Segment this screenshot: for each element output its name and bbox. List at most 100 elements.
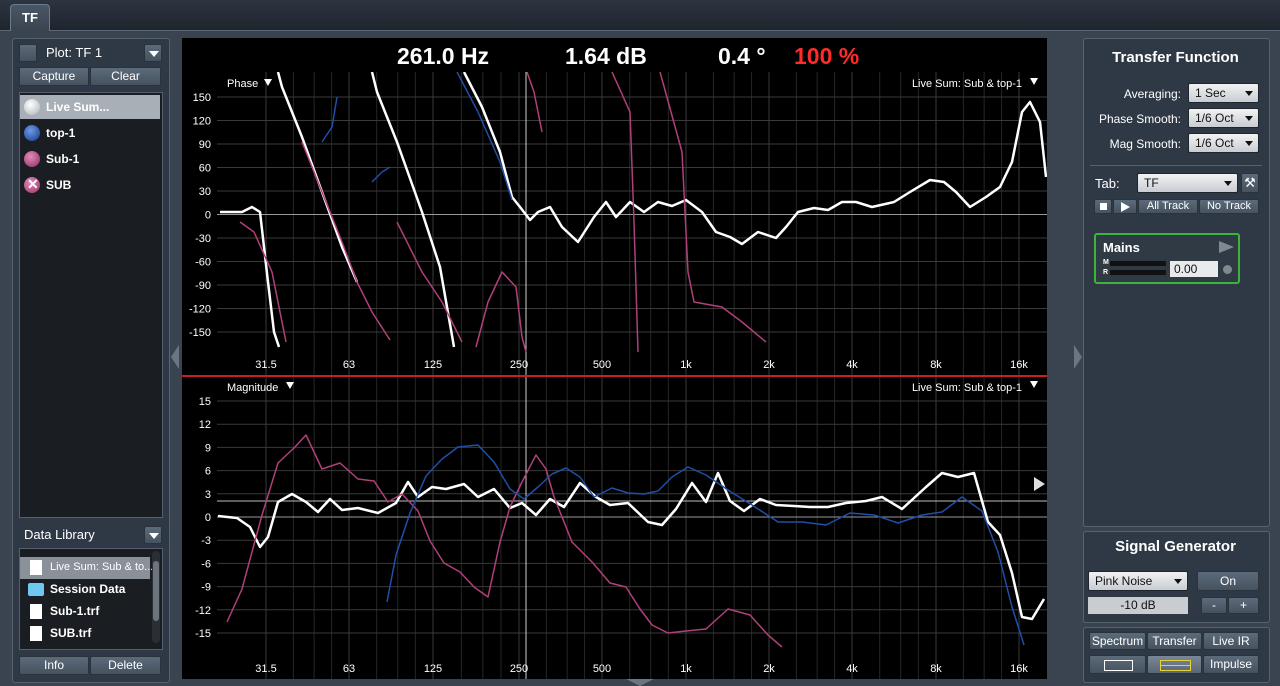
no-track-button[interactable]: No Track <box>1199 199 1259 214</box>
y-tick-label: -150 <box>189 327 211 339</box>
magnitude-plot[interactable]: 15129630-3-6-9-12-15 80604020 31.5631252… <box>182 377 1047 679</box>
library-item-session-data[interactable]: Session Data <box>20 579 150 601</box>
y-tick-label: 90 <box>199 139 211 151</box>
phase-smooth-value: 1/6 Oct <box>1195 111 1234 125</box>
live-ir-button[interactable]: Live IR <box>1203 632 1259 650</box>
generator-level-field[interactable]: -10 dB <box>1088 597 1188 614</box>
y-tick-label: -120 <box>189 304 211 316</box>
level-up-button[interactable]: + <box>1228 597 1259 614</box>
y-tick-label: 12 <box>199 419 211 431</box>
spectrum-button[interactable]: Spectrum <box>1089 632 1146 650</box>
x-tick-label: 31.5 <box>255 359 276 371</box>
collapse-bottom-icon[interactable] <box>626 679 654 686</box>
magnitude-trace-live-sum <box>217 471 1046 621</box>
folder-icon <box>28 583 44 596</box>
collapse-right-icon[interactable] <box>1074 345 1082 369</box>
tools-icon[interactable]: ⚒ <box>1241 173 1259 193</box>
data-library-menu-button[interactable] <box>144 526 162 544</box>
delay-value-field[interactable]: 0.00 <box>1170 261 1218 277</box>
phase-grid <box>217 72 1047 375</box>
level-down-button[interactable]: - <box>1201 597 1227 614</box>
magnitude-trace-sub-1 <box>226 434 783 648</box>
chevron-down-icon <box>1245 116 1253 121</box>
x-tick-label: 63 <box>343 663 355 675</box>
coherence-marker-icon[interactable] <box>1034 477 1045 491</box>
y-tick-label: 15 <box>199 396 211 408</box>
phase-title-dropdown-icon[interactable] <box>264 79 272 86</box>
phase-trace-sub-1 <box>611 72 639 353</box>
collapse-left-icon[interactable] <box>171 345 179 369</box>
phase-y-axis: 150 120 90 60 30 0 -30 -60 -90 -120 -150 <box>189 92 211 339</box>
phase-trace-top-1 <box>371 166 391 183</box>
phase-plot-title[interactable]: Phase <box>227 78 258 90</box>
phase-smooth-select[interactable]: 1/6 Oct <box>1188 108 1259 128</box>
phase-trace-name[interactable]: Live Sum: Sub & top-1 <box>912 78 1022 90</box>
trace-list: Live Sum... top-1 Sub-1 ✕ SUB <box>19 92 163 518</box>
plot-toggle-button[interactable] <box>19 44 37 62</box>
x-tick-label: 8k <box>930 663 942 675</box>
tab-tf[interactable]: TF <box>10 4 50 31</box>
plot-selector-dropdown-button[interactable] <box>144 44 162 62</box>
averaging-select[interactable]: 1 Sec <box>1188 83 1259 103</box>
info-button[interactable]: Info <box>19 656 89 675</box>
transfer-button[interactable]: Transfer <box>1147 632 1202 650</box>
trace-item-live-sum[interactable]: Live Sum... <box>20 95 160 119</box>
level-meter-r <box>1110 270 1166 275</box>
y-tick-label: -30 <box>195 233 211 245</box>
trace-item-sub-1[interactable]: Sub-1 <box>20 147 160 171</box>
play-icon <box>1121 202 1130 212</box>
x-tick-label: 16k <box>1010 663 1028 675</box>
mag-smooth-select[interactable]: 1/6 Oct <box>1188 133 1259 153</box>
scrollbar-thumb[interactable] <box>153 561 159 621</box>
phase-x-axis: 31.5 63 125 250 500 1k 2k 4k 8k 16k <box>255 359 1028 371</box>
x-tick-label: 1k <box>680 359 692 371</box>
all-track-button[interactable]: All Track <box>1138 199 1198 214</box>
split-pane-icon <box>1160 660 1191 671</box>
library-scrollbar[interactable] <box>152 551 160 643</box>
delay-finder-mains[interactable]: Mains M R 0.00 <box>1094 233 1240 284</box>
chevron-down-icon <box>1245 141 1253 146</box>
tab-label: Tab: <box>1095 176 1120 191</box>
y-tick-label: -3 <box>201 535 211 547</box>
trace-item-top-1[interactable]: top-1 <box>20 121 160 145</box>
signal-generator-title: Signal Generator <box>1115 538 1236 555</box>
phase-traces <box>220 72 1047 353</box>
x-tick-label: 500 <box>593 663 611 675</box>
phase-plot[interactable]: 150 120 90 60 30 0 -30 -60 -90 -120 -150 31.5 63 125… <box>182 72 1047 375</box>
y-tick-label: -60 <box>195 257 211 269</box>
signal-type-select[interactable]: Pink Noise <box>1088 571 1188 591</box>
phase-trace-dropdown-icon[interactable] <box>1030 78 1038 85</box>
single-view-button[interactable] <box>1089 655 1146 674</box>
library-item-sub-trf[interactable]: SUB.trf <box>20 623 150 645</box>
y-tick-label: -15 <box>195 628 211 640</box>
transfer-function-title: Transfer Function <box>1112 49 1239 66</box>
phase-smooth-label: Phase Smooth: <box>1098 112 1181 126</box>
capture-button[interactable]: Capture <box>19 67 89 86</box>
library-item-label: SUB.trf <box>50 626 92 640</box>
delete-button[interactable]: Delete <box>90 656 161 675</box>
tab-select[interactable]: TF <box>1137 173 1238 193</box>
magnitude-trace-dropdown-icon[interactable] <box>1030 381 1038 388</box>
play-button[interactable] <box>1113 199 1137 214</box>
magnitude-title-dropdown-icon[interactable] <box>286 382 294 389</box>
trace-item-sub[interactable]: ✕ SUB <box>20 173 160 197</box>
clear-button[interactable]: Clear <box>90 67 161 86</box>
x-tick-label: 63 <box>343 359 355 371</box>
magnitude-trace-name[interactable]: Live Sum: Sub & top-1 <box>912 382 1022 394</box>
y-tick-label: -90 <box>195 280 211 292</box>
stop-button[interactable] <box>1094 199 1112 214</box>
magnitude-readout: 1.64 dB <box>565 43 647 69</box>
plot-selector-label[interactable]: Plot: TF 1 <box>46 45 102 60</box>
split-view-button[interactable] <box>1147 655 1202 674</box>
library-item-sub-1-trf[interactable]: Sub-1.trf <box>20 601 150 623</box>
y-tick-label: -12 <box>195 605 211 617</box>
phase-trace-sub-1 <box>526 72 543 133</box>
magnitude-plot-title[interactable]: Magnitude <box>227 382 278 394</box>
generator-on-button[interactable]: On <box>1197 571 1259 591</box>
x-tick-label: 4k <box>846 359 858 371</box>
chevron-down-icon <box>1245 91 1253 96</box>
impulse-button[interactable]: Impulse <box>1203 655 1259 674</box>
y-tick-label: -6 <box>201 558 211 570</box>
library-item-live-sum[interactable]: Live Sum: Sub & to... <box>20 557 153 579</box>
send-arrow-icon[interactable] <box>1219 241 1234 253</box>
